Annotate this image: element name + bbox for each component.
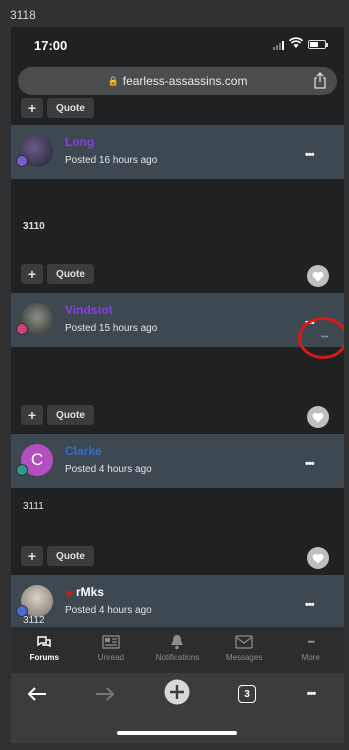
quote-button[interactable]: Quote [47,405,94,425]
lock-icon: 🔒 [107,75,119,86]
rank-badge-icon [16,155,28,167]
status-time: 17:00 [34,38,68,53]
post-time: Posted 4 hours ago [65,605,152,616]
bell-icon [170,633,184,651]
username[interactable]: Vindstot [65,303,113,317]
plus-button[interactable]: + [21,405,43,425]
forward-arrow-icon[interactable] [93,683,117,705]
star-icon: ★ [65,588,74,599]
signal-icon [273,41,284,50]
url-text: fearless-assassins.com [122,74,248,88]
tab-label: Notifications [155,653,200,662]
quote-button[interactable]: Quote [47,546,94,566]
post-time: Posted 15 hours ago [65,323,158,334]
page-label: 3118 [10,8,36,22]
annotation-dots: ••• [321,334,329,341]
status-bar: 17:00 [11,27,344,65]
screenshot-page: 3118 17:00 🔒 fearless-assassins.com + Qu… [0,0,349,750]
post-time: Posted 16 hours ago [65,155,158,166]
tab-unread[interactable]: Unread [78,627,145,673]
rank-badge-icon [16,464,28,476]
tab-more[interactable]: ••• More [277,627,344,673]
browser-more-icon[interactable]: ••• [299,683,323,705]
username[interactable]: Clarke [65,444,102,458]
plus-button[interactable]: + [21,98,43,118]
username[interactable]: ★ rMks [65,585,104,599]
tabs-count: 3 [238,685,256,703]
like-heart-icon[interactable] [307,406,329,428]
address-bar[interactable]: 🔒 fearless-assassins.com [18,67,337,95]
browser-toolbar: 3 ••• [11,673,344,743]
forum-tab-bar: Forums Unread Notifications Messages •••… [11,627,344,673]
posts-list: + Quote Long Posted 16 hours ago ••• 311… [11,97,344,627]
quote-button[interactable]: Quote [47,264,94,284]
tabs-count-icon[interactable]: 3 [237,683,257,705]
more-icon: ••• [307,637,315,647]
plus-button[interactable]: + [21,264,43,284]
battery-icon [308,40,328,49]
username-text: rMks [75,585,104,599]
post-header: Long Posted 16 hours ago ••• [11,125,344,179]
post-header: C Clarke Posted 4 hours ago ••• [11,434,344,488]
plus-button[interactable]: + [21,546,43,566]
rank-badge-icon [16,323,28,335]
tab-forums[interactable]: Forums [11,627,78,673]
tab-label: Forums [29,653,59,662]
tab-label: Unread [97,653,125,662]
post-header: Vindstot Posted 15 hours ago ••• [11,293,344,347]
like-heart-icon[interactable] [307,547,329,569]
post-body: 3111 [23,501,44,512]
phone-screen: 17:00 🔒 fearless-assassins.com + Quote L… [11,27,344,743]
home-indicator [117,731,237,735]
forums-icon [36,633,52,651]
post-time: Posted 4 hours ago [65,464,152,475]
tab-notifications[interactable]: Notifications [144,627,211,673]
newspaper-icon [102,633,120,651]
more-options-icon[interactable]: ••• [305,149,315,161]
quote-button[interactable]: Quote [47,98,94,118]
more-options-icon[interactable]: ••• [305,458,315,470]
share-icon[interactable] [313,72,327,89]
tab-messages[interactable]: Messages [211,627,278,673]
more-options-icon[interactable]: ••• [305,599,315,611]
post-body-partial: 3112 [23,615,45,626]
tab-label: Messages [225,653,263,662]
envelope-icon [235,633,253,651]
tab-label: More [301,653,320,662]
wifi-icon [289,37,303,48]
like-heart-icon[interactable] [307,265,329,287]
new-tab-icon[interactable] [163,679,191,705]
post-body: 3110 [23,221,45,232]
username[interactable]: Long [65,135,94,149]
post-header: ★ rMks Posted 4 hours ago ••• [11,575,344,627]
back-arrow-icon[interactable] [25,683,49,705]
